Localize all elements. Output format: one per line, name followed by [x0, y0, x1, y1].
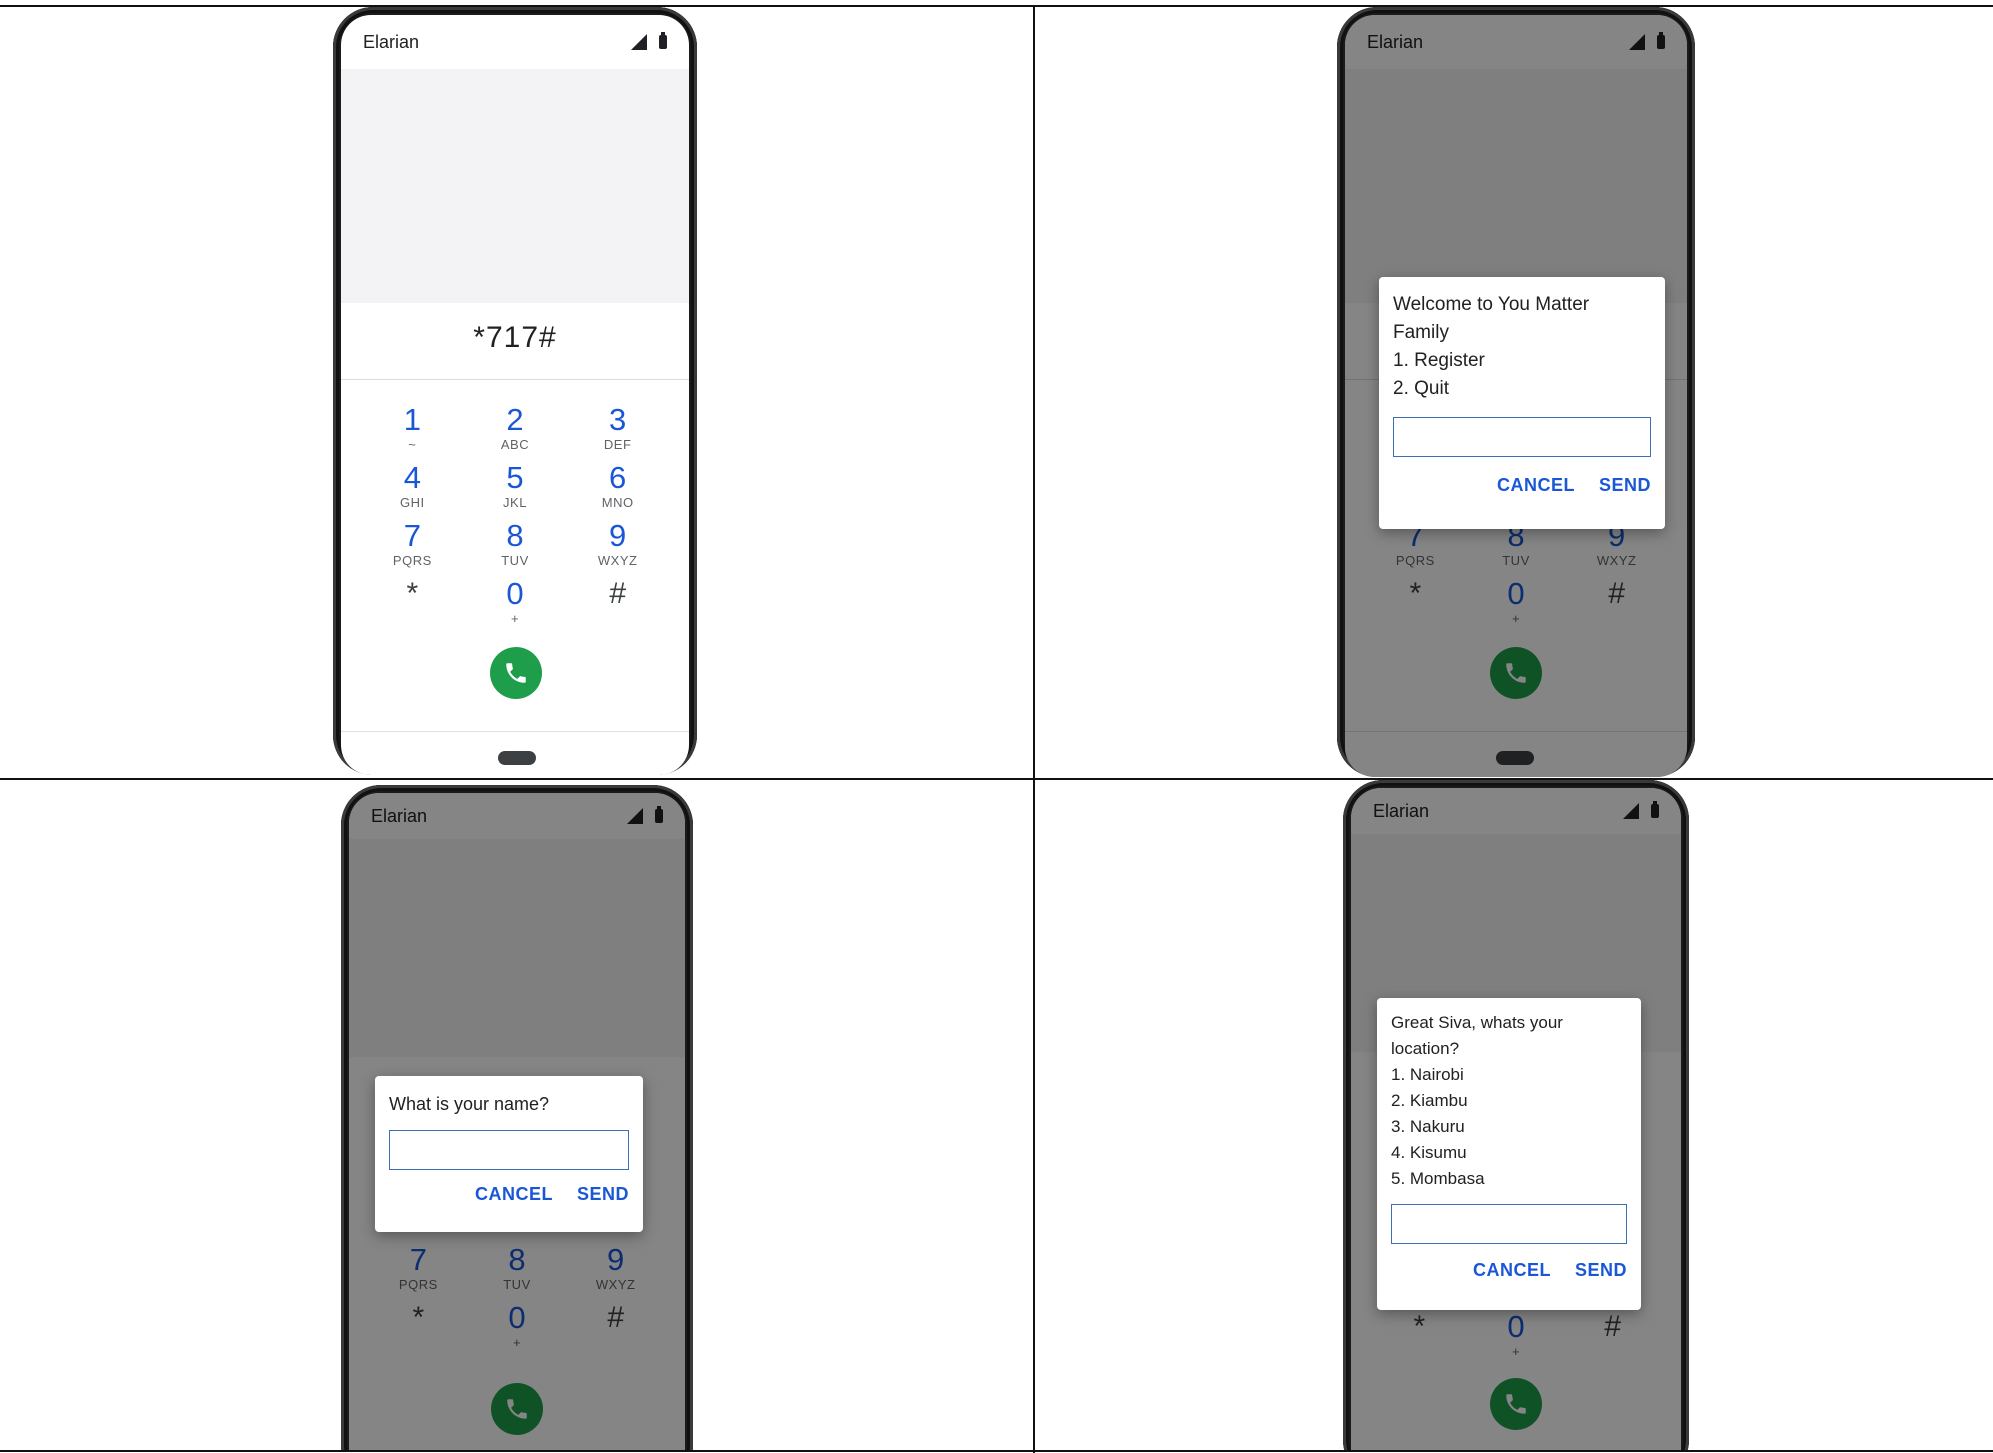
keypad: 1~ 2ABC 3DEF 4GHI 5JKL 6MNO 7PQRS 8TUV 9…: [361, 403, 669, 635]
ussd-dialog: Great Siva, whats your location? 1. Nair…: [1377, 998, 1641, 1310]
divider: [341, 379, 689, 380]
signal-icon: [631, 34, 647, 50]
panel-1: Elarian *717# 1 ~ 2 ABC 3 DEF 4 GHI 5 JKL 6 MN…: [0, 7, 1033, 778]
key-7[interactable]: 7 PQRS: [361, 519, 464, 577]
home-button[interactable]: [498, 751, 536, 765]
key-3[interactable]: 3DEF: [566, 403, 669, 461]
panel-2: Elarian 1~ 2ABC 3DEF 4GHI 5JKL 6MNO 7PQR…: [1035, 7, 1993, 778]
status-bar: Elarian: [341, 15, 689, 69]
key-star[interactable]: *: [361, 577, 464, 635]
phone-frame: Elarian *717# 1 ~ 2 ABC 3 DEF 4 GHI 5 JKL 6 MN…: [333, 7, 697, 775]
call-button[interactable]: [490, 647, 542, 699]
grid-line-bottom: [0, 1450, 1993, 1452]
key-hash[interactable]: #: [566, 577, 669, 635]
send-button[interactable]: SEND: [1599, 475, 1651, 496]
key-5[interactable]: 5JKL: [464, 461, 567, 519]
ussd-dialog: What is your name? CANCEL SEND: [375, 1076, 643, 1232]
cancel-button[interactable]: CANCEL: [1473, 1260, 1551, 1281]
phone-screen: Elarian 4GHI 5JKL 6MNO 7PQRS 8TUV 9WXYZ …: [349, 793, 685, 1450]
key-4[interactable]: 4GHI: [361, 461, 464, 519]
response-input[interactable]: [389, 1130, 629, 1170]
panel-3: Elarian 4GHI 5JKL 6MNO 7PQRS 8TUV 9WXYZ …: [0, 780, 1033, 1450]
carrier-label: Elarian: [363, 31, 420, 52]
key-6[interactable]: 6MNO: [566, 461, 669, 519]
phone-frame: Elarian 1~ 2ABC 3DEF 4GHI 5JKL 6MNO 7PQR…: [1337, 7, 1695, 777]
phone-frame: Elarian * 0 + # Great Siva, whats your lo…: [1343, 780, 1689, 1450]
key-1[interactable]: 1~: [361, 403, 464, 461]
key-9[interactable]: 9 WXYZ: [566, 519, 669, 577]
cancel-button[interactable]: CANCEL: [1497, 475, 1575, 496]
phone-icon: [506, 663, 526, 683]
dialed-number[interactable]: *717#: [341, 321, 689, 355]
phone-screen: Elarian *717# 1 ~ 2 ABC 3 DEF 4 GHI 5 JKL 6 MN…: [341, 15, 689, 775]
dialog-message: Welcome to You Matter Family 1. Register…: [1393, 294, 1590, 399]
key-8[interactable]: 8 TUV: [464, 519, 567, 577]
battery-icon: [659, 32, 667, 49]
dialog-message: Great Siva, whats your location? 1. Nair…: [1391, 1013, 1563, 1188]
dialer-top-area: [341, 69, 689, 303]
phone-screen: Elarian * 0 + # Great Siva, whats your lo…: [1351, 788, 1681, 1450]
nav-divider: [341, 731, 689, 732]
send-button[interactable]: SEND: [577, 1184, 629, 1205]
ussd-dialog: Welcome to You Matter Family 1. Register…: [1379, 277, 1665, 529]
key-0[interactable]: 0 +: [464, 577, 567, 635]
key-2[interactable]: 2ABC: [464, 403, 567, 461]
phone-frame: Elarian 4GHI 5JKL 6MNO 7PQRS 8TUV 9WXYZ …: [341, 785, 693, 1450]
panel-4: Elarian * 0 + # Great Siva, whats your lo…: [1035, 780, 1993, 1450]
response-input[interactable]: [1391, 1204, 1627, 1244]
dialog-message: What is your name?: [389, 1094, 550, 1114]
phone-screen: Elarian 1~ 2ABC 3DEF 4GHI 5JKL 6MNO 7PQR…: [1345, 15, 1687, 777]
cancel-button[interactable]: CANCEL: [475, 1184, 553, 1205]
response-input[interactable]: [1393, 417, 1651, 457]
send-button[interactable]: SEND: [1575, 1260, 1627, 1281]
